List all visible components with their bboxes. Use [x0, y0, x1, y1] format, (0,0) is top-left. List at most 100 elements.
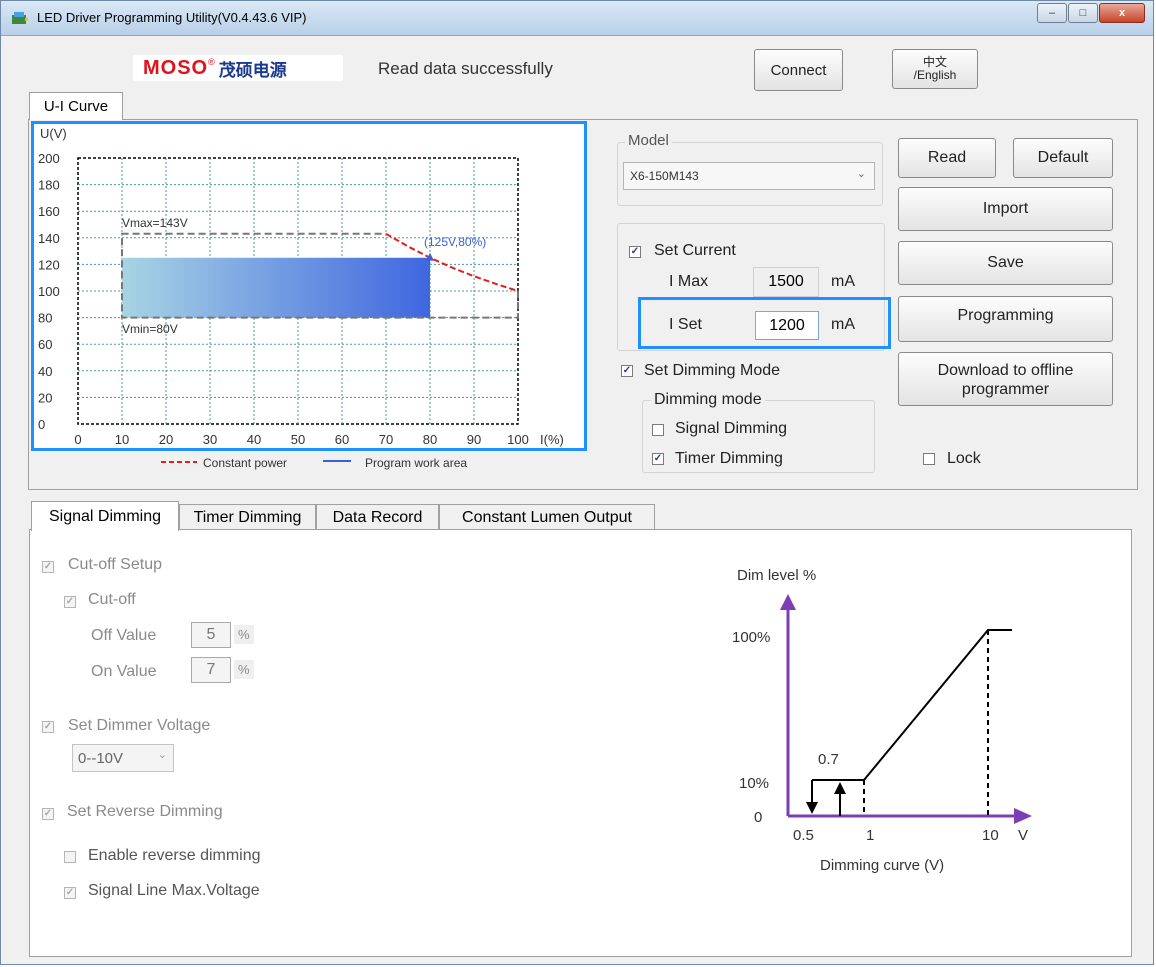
dim-y-0: 0 [754, 809, 762, 826]
timer-dimming-label: Timer Dimming [675, 450, 783, 467]
set-current-label: Set Current [654, 242, 736, 259]
x-tick-label: 40 [247, 432, 261, 447]
dim-curve-line [812, 629, 1012, 781]
close-button[interactable]: x [1099, 3, 1145, 23]
set-dimmer-voltage-checkbox[interactable]: ✓ [42, 721, 54, 733]
download-label-line2: programmer [961, 381, 1050, 398]
ui-curve-chart: 0 10 20 30 40 50 60 70 80 90 100 200 180 160 140 120 100… [31, 121, 587, 451]
dim-x-unit: V [1018, 827, 1028, 844]
ui-curve-svg: 0 10 20 30 40 50 60 70 80 90 100200180160140120100… [38, 126, 564, 447]
registered-mark: ® [208, 57, 215, 67]
dim-level-title: Dim level % [737, 567, 816, 584]
iset-unit: mA [831, 316, 855, 333]
vmin-annotation: Vmin=80V [122, 322, 178, 336]
programming-button[interactable]: Programming [898, 296, 1113, 342]
tab-timer-dimming[interactable]: Timer Dimming [179, 504, 316, 530]
set-dimming-mode-label: Set Dimming Mode [644, 362, 781, 379]
y-tick-label: 40 [38, 364, 52, 379]
y-tick-label: 180 [38, 178, 60, 193]
off-value-field[interactable]: 5 [191, 622, 231, 648]
maximize-button[interactable]: □ [1068, 3, 1098, 23]
on-value-percent: % [234, 660, 254, 679]
iset-value: 1200 [769, 316, 805, 334]
x-tick-label: 30 [203, 432, 217, 447]
tab-constant-lumen-output[interactable]: Constant Lumen Output [439, 504, 655, 530]
x-tick-label: 60 [335, 432, 349, 447]
default-label: Default [1037, 149, 1089, 166]
enable-reverse-checkbox[interactable] [64, 851, 76, 863]
window-title: LED Driver Programming Utility(V0.4.43.6… [37, 10, 307, 25]
connect-button[interactable]: Connect [754, 49, 843, 91]
tab-signal-dimming[interactable]: Signal Dimming [31, 501, 179, 531]
set-reverse-dimming-checkbox[interactable]: ✓ [42, 808, 54, 820]
model-select[interactable]: X6-150M143 ⌄ [623, 162, 875, 190]
y-tick-label: 60 [38, 337, 52, 352]
on-value-label: On Value [91, 663, 157, 680]
imax-value: 1500 [768, 273, 804, 290]
programming-label: Programming [957, 307, 1054, 324]
point-annotation: (125V,80%) [424, 235, 486, 249]
app-icon [12, 12, 28, 24]
program-work-area [122, 257, 430, 318]
legend-work-area: Program work area [365, 456, 467, 470]
x-tick-label: 0 [74, 432, 81, 447]
y-tick-label: 140 [38, 231, 60, 246]
minimize-button[interactable]: – [1037, 3, 1067, 23]
signal-dimming-checkbox[interactable] [652, 424, 664, 436]
language-label-en: /English [913, 68, 957, 82]
tab-data-record-label: Data Record [332, 508, 423, 526]
language-button[interactable]: 中文 /English [892, 49, 978, 89]
model-value: X6-150M143 [630, 169, 699, 183]
iset-input[interactable]: 1200 [755, 311, 819, 340]
tab-ui-curve[interactable]: U-I Curve [29, 92, 123, 120]
import-button[interactable]: Import [898, 187, 1113, 231]
x-tick-label: 50 [291, 432, 305, 447]
logo-chinese: 茂硕电源 [218, 60, 287, 80]
app-window: LED Driver Programming Utility(V0.4.43.6… [0, 0, 1154, 965]
tab-data-record[interactable]: Data Record [316, 504, 439, 530]
set-current-checkbox[interactable]: ✓ [629, 246, 641, 258]
dim-label-07: 0.7 [818, 751, 839, 768]
tab-constant-lumen-label: Constant Lumen Output [462, 508, 632, 526]
x-tick-label: 90 [467, 432, 481, 447]
chart-legend: Constant power Program work area [161, 456, 467, 470]
on-value-field[interactable]: 7 [191, 657, 231, 683]
y-tick-label: 200 [38, 151, 60, 166]
status-text: Read data successfully [378, 59, 553, 78]
signal-max-voltage-label: Signal Line Max.Voltage [88, 882, 260, 899]
save-button[interactable]: Save [898, 241, 1113, 285]
timer-dimming-checkbox[interactable]: ✓ [652, 453, 664, 465]
signal-max-voltage-checkbox[interactable]: ✓ [64, 887, 76, 899]
tab-ui-curve-label: U-I Curve [43, 98, 109, 115]
x-tick-label: 100 [507, 432, 529, 447]
voltage-chevron-down-icon: ⌄ [157, 749, 167, 761]
lock-checkbox[interactable] [923, 453, 935, 465]
iset-label: I Set [669, 316, 702, 333]
off-value: 5 [206, 626, 216, 643]
download-offline-button[interactable]: Download to offline programmer [898, 352, 1113, 406]
logo-brand: MOSO [143, 56, 209, 79]
read-button[interactable]: Read [898, 138, 996, 178]
dim-y-arrow [780, 594, 796, 610]
cutoff-setup-checkbox[interactable]: ✓ [42, 561, 54, 573]
x-tick-label: 80 [423, 432, 437, 447]
imax-label: I Max [669, 273, 709, 290]
signal-dimming-label: Signal Dimming [675, 420, 788, 437]
x-tick-label: 10 [115, 432, 129, 447]
voltage-value: 0--10V [78, 750, 124, 767]
dim-rise-arrow-head [834, 782, 846, 794]
default-button[interactable]: Default [1013, 138, 1113, 178]
dim-x-10: 10 [982, 827, 999, 844]
model-label: Model [625, 132, 672, 149]
cutoff-checkbox[interactable]: ✓ [64, 596, 76, 608]
y-tick-label: 0 [38, 417, 45, 432]
y-tick-label: 20 [38, 390, 52, 405]
off-value-label: Off Value [91, 627, 157, 644]
set-dimming-mode-checkbox[interactable]: ✓ [621, 365, 633, 377]
dim-caption: Dimming curve (V) [820, 857, 944, 874]
set-reverse-dimming-label: Set Reverse Dimming [67, 803, 223, 820]
read-label: Read [927, 149, 967, 166]
voltage-select[interactable]: 0--10V ⌄ [72, 744, 174, 772]
x-tick-label: 20 [159, 432, 173, 447]
legend-constant-power: Constant power [203, 456, 287, 470]
